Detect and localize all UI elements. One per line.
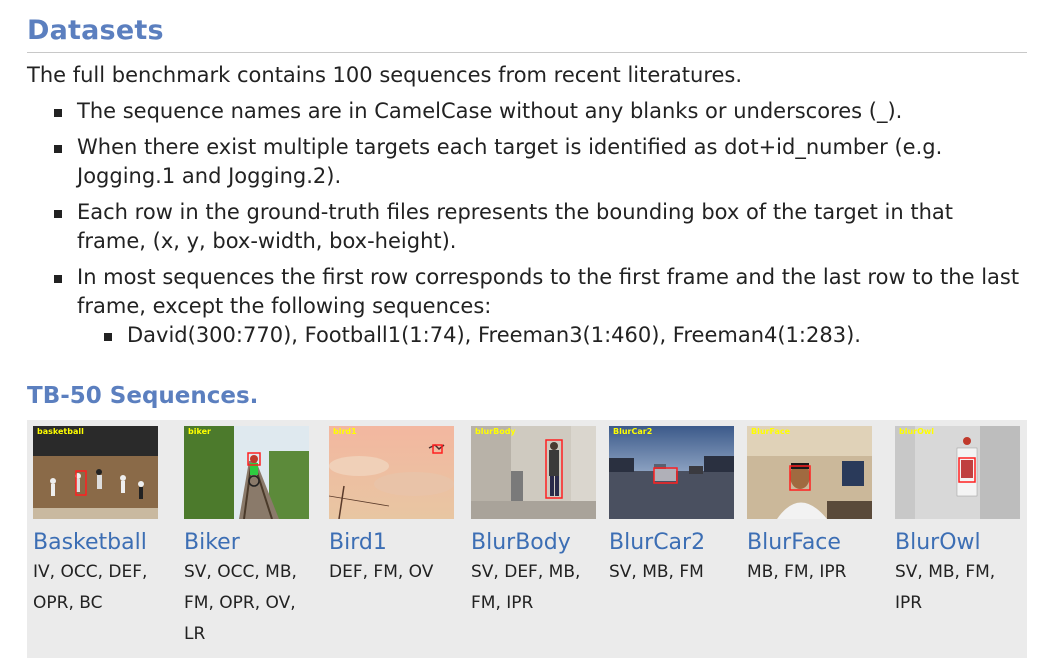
- sequence-attributes: SV, MB, FM, IPR: [895, 562, 996, 613]
- bullet-text: In most sequences the first row correspo…: [77, 265, 1020, 318]
- section-title-datasets: Datasets: [27, 14, 1027, 53]
- bullet-item: Each row in the ground-truth files repre…: [27, 198, 1027, 256]
- sequence-thumbnail-blurowl[interactable]: blurOwl: [895, 426, 1020, 519]
- sequence-link-blurface[interactable]: BlurFace: [747, 529, 877, 557]
- sequence-link-blurbody[interactable]: BlurBody: [471, 529, 601, 557]
- sequence-attributes: IV, OCC, DEF, OPR, BC: [33, 562, 148, 613]
- sequence-link-blurcar2[interactable]: BlurCar2: [609, 529, 739, 557]
- sequence-thumbnail-bird1[interactable]: bird1: [329, 426, 454, 519]
- sequence-attributes: SV, MB, FM: [609, 562, 704, 582]
- bullet-text: The sequence names are in CamelCase with…: [77, 99, 903, 123]
- thumbnail-caption: blurOwl: [899, 427, 935, 436]
- bullet-text: When there exist multiple targets each t…: [77, 135, 943, 188]
- sequence-card-blurowl: blurOwl BlurOwl SV, MB, FM, IPR: [895, 426, 1025, 619]
- sequence-link-bird1[interactable]: Bird1: [329, 529, 459, 557]
- datasets-intro: The full benchmark contains 100 sequence…: [27, 63, 743, 87]
- thumbnail-caption: BlurFace: [751, 427, 791, 436]
- exception-item: David(300:770), Football1(1:74), Freeman…: [77, 321, 1027, 350]
- sequence-card-bird1: bird1 Bird1 DEF, FM, OV: [329, 426, 459, 588]
- bullet-item: In most sequences the first row correspo…: [27, 263, 1027, 350]
- sequence-attributes: DEF, FM, OV: [329, 562, 434, 582]
- thumbnail-caption: blurBody: [475, 427, 516, 436]
- exception-list: David(300:770), Football1(1:74), Freeman…: [77, 321, 1027, 350]
- sequence-attributes: SV, OCC, MB, FM, OPR, OV, LR: [184, 562, 297, 644]
- sequence-card-blurbody: blurBody BlurBody SV, DEF, MB, FM, IPR: [471, 426, 601, 619]
- sequence-thumbnail-biker[interactable]: biker: [184, 426, 309, 519]
- thumbnail-caption: BlurCar2: [613, 427, 653, 436]
- sequence-thumbnail-blurbody[interactable]: blurBody: [471, 426, 596, 519]
- sequence-card-blurface: BlurFace BlurFace MB, FM, IPR: [747, 426, 877, 588]
- sequence-thumbnail-blurface[interactable]: BlurFace: [747, 426, 872, 519]
- thumbnail-caption: biker: [188, 427, 211, 436]
- thumbnail-caption: bird1: [333, 427, 357, 436]
- bullet-item: The sequence names are in CamelCase with…: [27, 97, 1027, 126]
- sequence-card-biker: biker Biker SV, OCC, MB, FM, OPR, OV, LR: [184, 426, 314, 650]
- section-title-tb50: TB-50 Sequences.: [27, 383, 259, 409]
- sequence-attributes: MB, FM, IPR: [747, 562, 847, 582]
- bullet-text: Each row in the ground-truth files repre…: [77, 200, 954, 253]
- sequence-card-blurcar2: BlurCar2 BlurCar2 SV, MB, FM: [609, 426, 739, 588]
- sequence-attributes: SV, DEF, MB, FM, IPR: [471, 562, 581, 613]
- thumbnail-caption: basketball: [37, 427, 84, 436]
- sequence-link-basketball[interactable]: Basketball: [33, 529, 163, 557]
- sequence-gallery: basketball Basketball IV, OCC, DEF, OPR,…: [27, 420, 1027, 658]
- sequence-link-biker[interactable]: Biker: [184, 529, 314, 557]
- sequence-thumbnail-basketball[interactable]: basketball: [33, 426, 158, 519]
- datasets-bullet-list: The sequence names are in CamelCase with…: [27, 97, 1027, 350]
- sequence-link-blurowl[interactable]: BlurOwl: [895, 529, 1025, 557]
- sequence-thumbnail-blurcar2[interactable]: BlurCar2: [609, 426, 734, 519]
- sequence-card-basketball: basketball Basketball IV, OCC, DEF, OPR,…: [33, 426, 163, 619]
- bullet-item: When there exist multiple targets each t…: [27, 133, 1027, 191]
